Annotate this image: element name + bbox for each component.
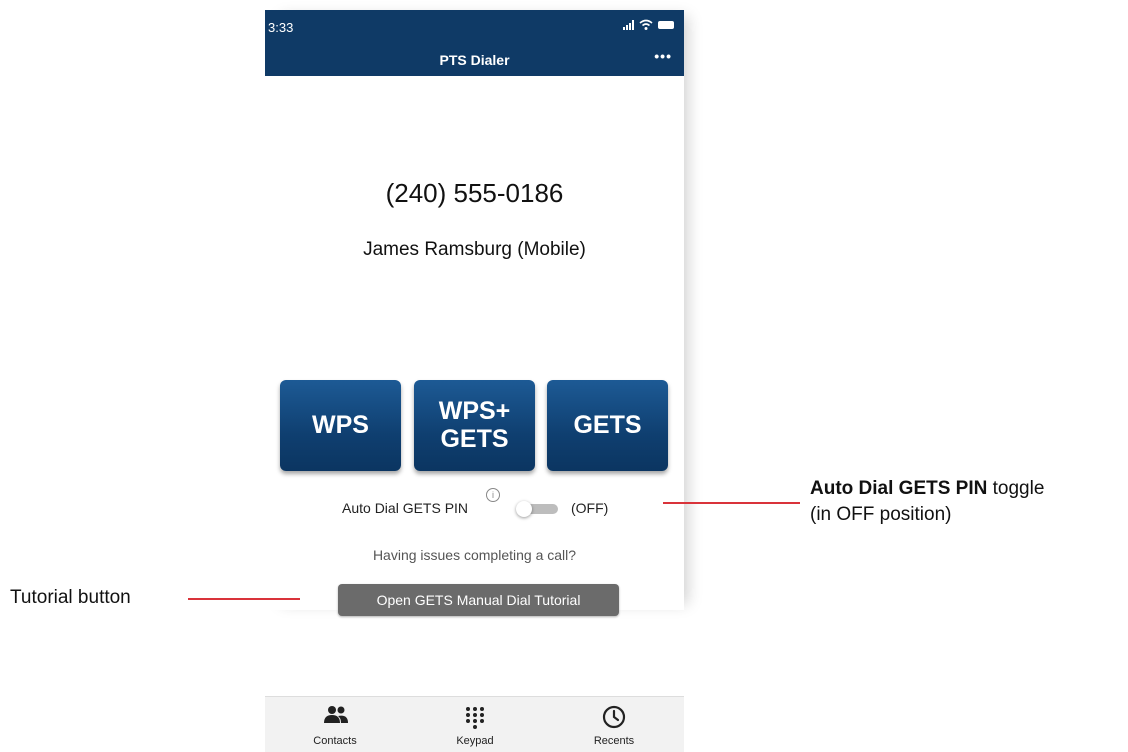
clock-icon [602,705,626,729]
annotation-toggle-bold: Auto Dial GETS PIN [810,478,988,499]
contacts-icon [324,706,348,723]
annotation-toggle-rest: toggle [987,478,1045,499]
wifi-icon [639,19,653,30]
gets-button[interactable]: GETS [547,380,668,471]
tab-contacts-label: Contacts [313,735,357,747]
wps-button[interactable]: WPS [280,380,401,471]
annotation-toggle: Auto Dial GETS PIN toggle (in OFF positi… [810,476,1044,528]
tab-recents[interactable]: Recents [554,697,674,752]
battery-icon [658,21,674,29]
tab-recents-label: Recents [593,735,635,747]
tutorial-button[interactable]: Open GETS Manual Dial Tutorial [338,584,619,616]
wps-gets-label-line2: GETS [440,424,509,453]
tab-keypad-label: Keypad [456,735,494,747]
tab-contacts[interactable]: Contacts [275,697,395,752]
status-icons [623,19,674,31]
issues-text: Having issues completing a call? [372,547,577,563]
annotation-line-tutorial [188,598,300,600]
tab-keypad[interactable]: Keypad [415,697,535,752]
app-header: 3:33 PTS Dialer ••• [265,10,684,76]
auto-dial-toggle[interactable] [516,501,560,517]
annotation-tutorial: Tutorial button [10,587,131,608]
toggle-knob [516,501,532,517]
phone-screen: 3:33 PTS Dialer ••• (240) 555-0186 James… [265,10,684,616]
info-icon[interactable]: i [486,488,500,502]
wps-gets-button[interactable]: WPS+ GETS [414,380,535,471]
status-time: 3:33 [268,20,294,35]
signal-icon [623,20,634,30]
keypad-icon [466,707,484,729]
auto-dial-label: Auto Dial GETS PIN [342,500,469,516]
annotation-toggle-line2: (in OFF position) [810,504,952,525]
page-title: PTS Dialer [439,52,510,68]
bottom-tab-bar: Contacts Keypad Recents [265,696,684,752]
toggle-state-label: (OFF) [571,500,609,516]
contact-name: James Ramsburg (Mobile) [363,239,586,260]
more-menu-icon[interactable]: ••• [654,48,672,64]
phone-number: (240) 555-0186 [385,178,564,208]
wps-gets-label-line1: WPS+ [438,397,511,425]
annotation-line-toggle [663,502,800,504]
